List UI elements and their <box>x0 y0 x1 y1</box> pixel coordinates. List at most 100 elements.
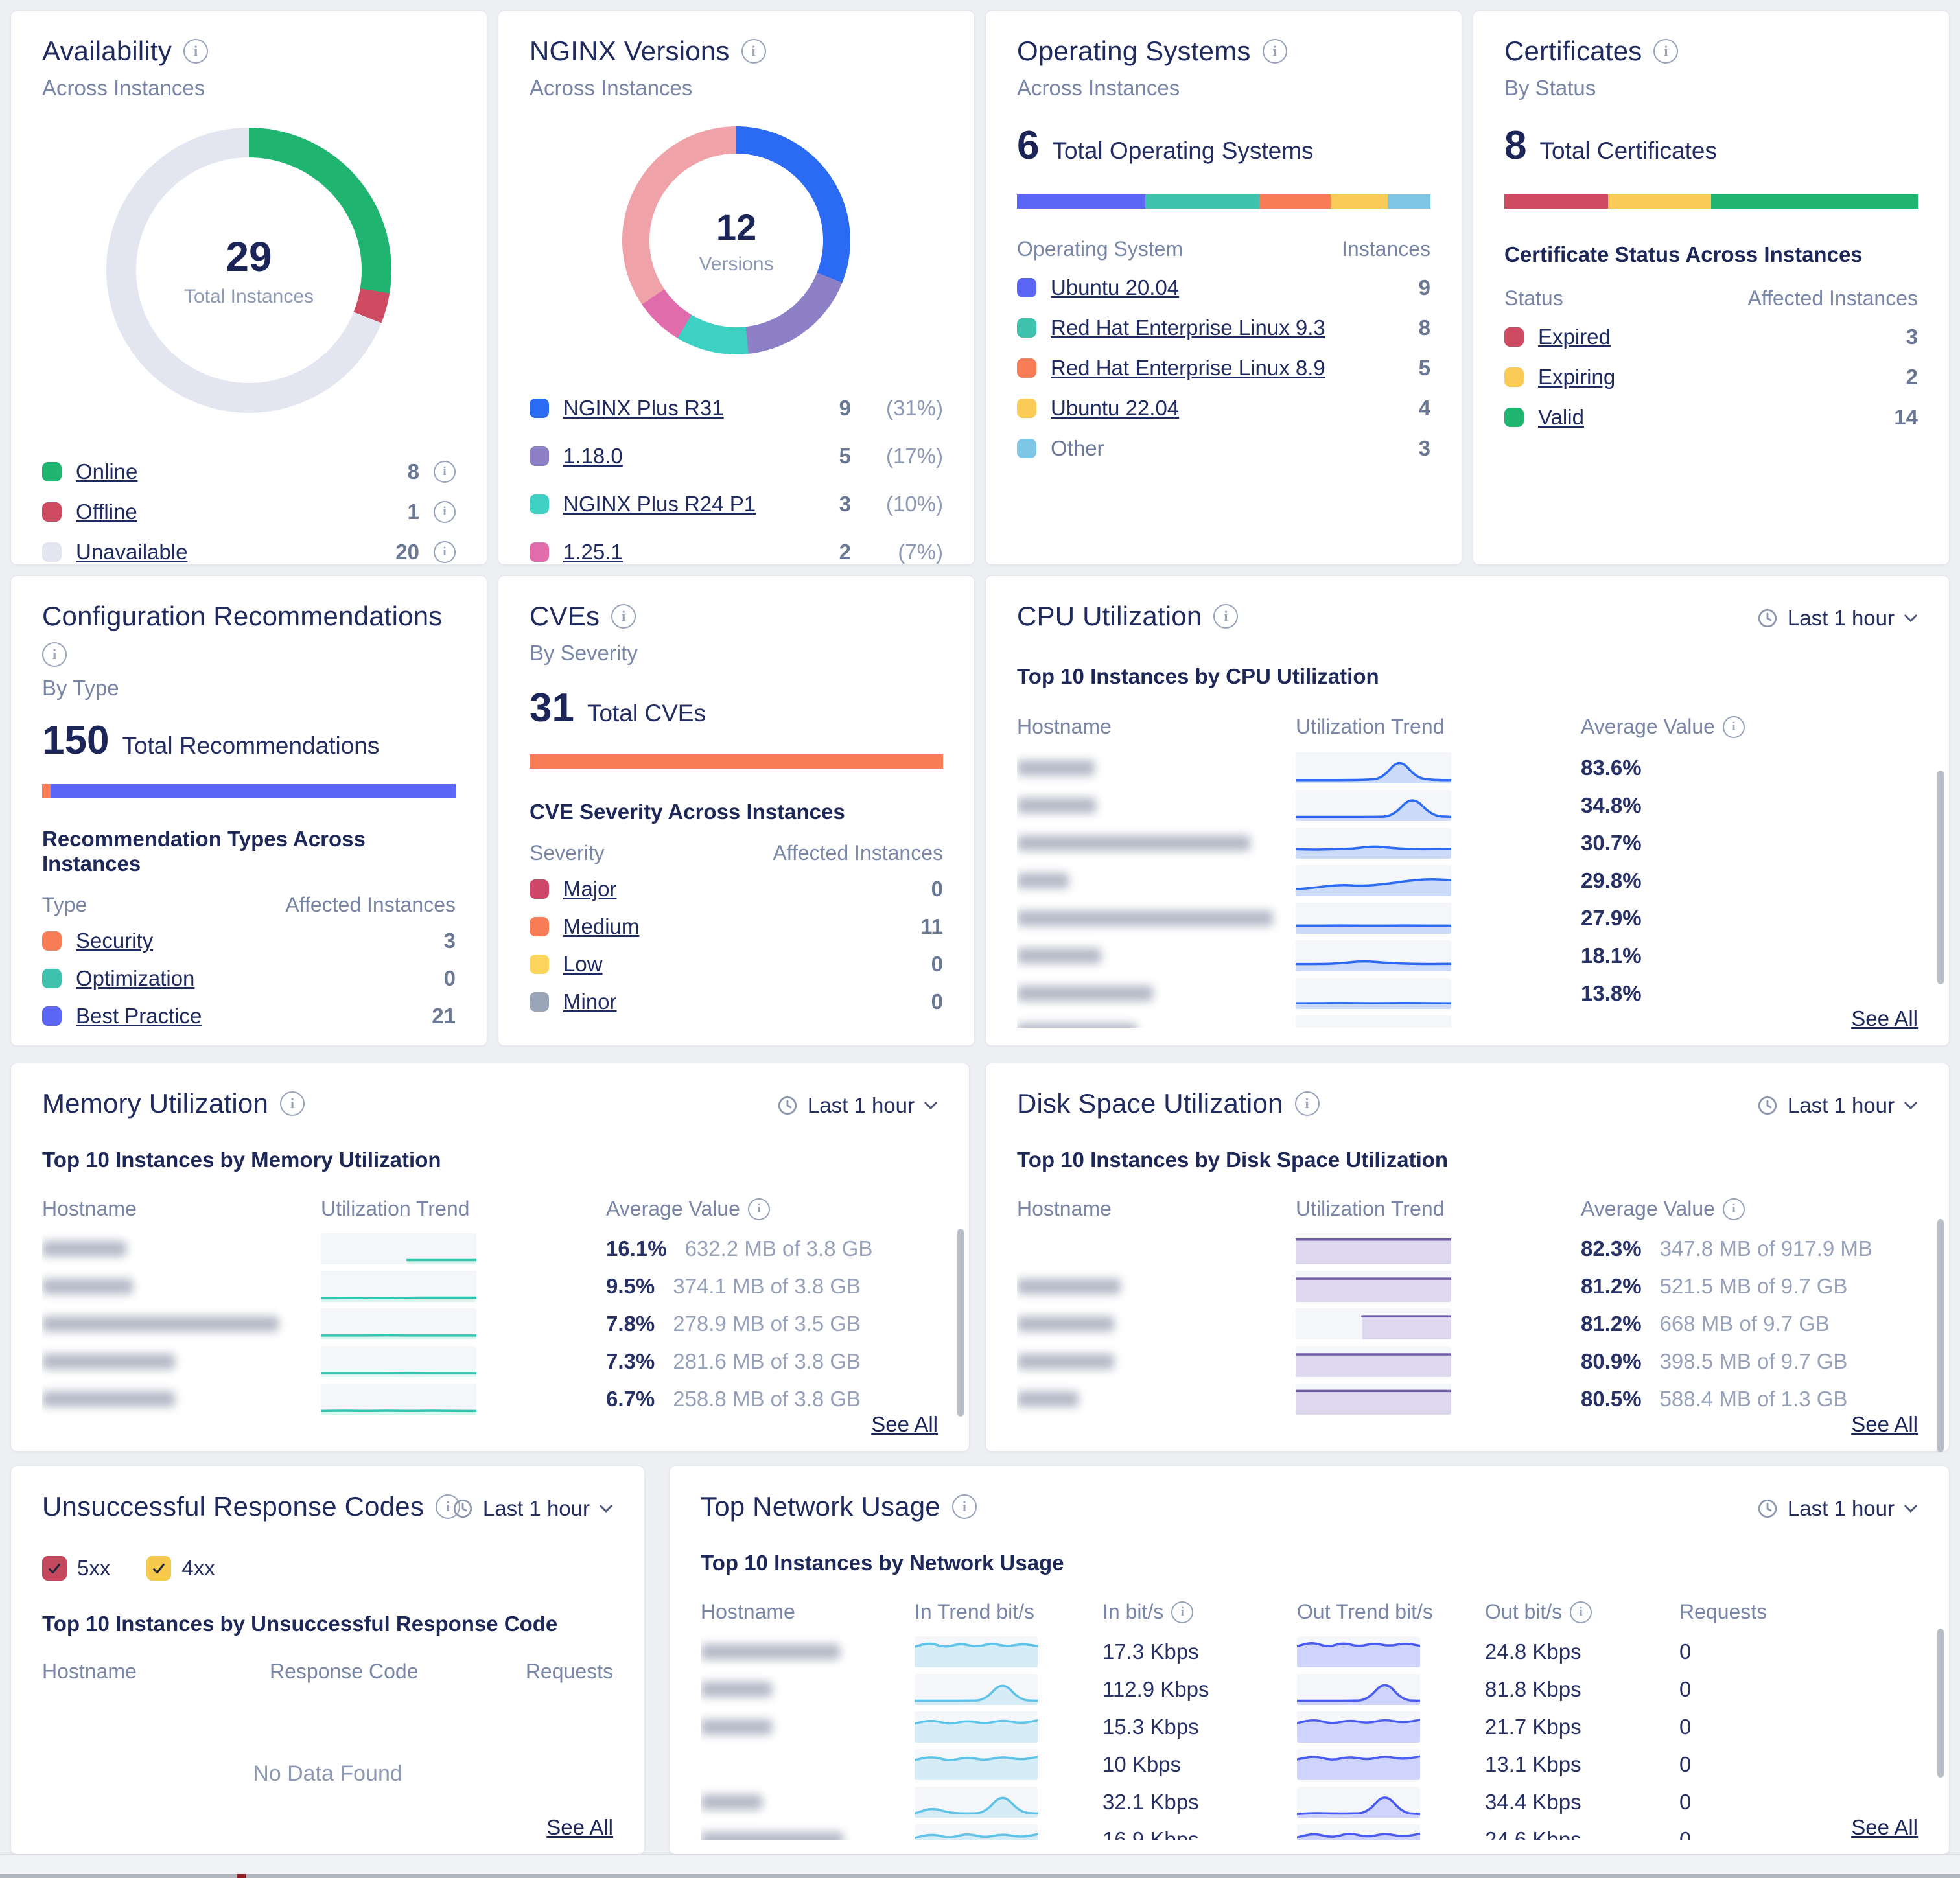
in-bits-value: 17.3 Kbps <box>1102 1640 1297 1664</box>
version-link[interactable]: NGINX Plus R24 P1 <box>563 492 756 516</box>
hostname-blurred[interactable] <box>42 1354 175 1369</box>
version-link[interactable]: 1.25.1 <box>563 540 623 564</box>
network-time-range-dropdown[interactable]: Last 1 hour <box>1756 1496 1918 1521</box>
info-icon[interactable]: i <box>952 1494 977 1519</box>
checkbox-4xx[interactable] <box>146 1556 171 1581</box>
minor-link[interactable]: Minor <box>563 990 617 1014</box>
hostname-blurred[interactable] <box>701 1719 772 1735</box>
info-icon[interactable]: i <box>1295 1091 1320 1116</box>
info-icon[interactable]: i <box>1171 1601 1193 1623</box>
expiring-link[interactable]: Expiring <box>1538 365 1615 389</box>
hostname-blurred[interactable] <box>1017 948 1101 964</box>
info-icon[interactable]: i <box>434 501 456 523</box>
cert-row-expired: Expired 3 <box>1504 317 1918 357</box>
expired-link[interactable]: Expired <box>1538 325 1611 349</box>
horizontal-scrollbar-track[interactable] <box>0 1874 1960 1878</box>
major-link[interactable]: Major <box>563 877 617 901</box>
in-trend-sparkline <box>915 1824 1038 1840</box>
version-link[interactable]: NGINX Plus R31 <box>563 396 724 421</box>
rec-swatch <box>42 1006 62 1026</box>
info-icon[interactable]: i <box>42 642 67 667</box>
vertical-scrollbar[interactable] <box>957 1229 964 1417</box>
info-icon[interactable]: i <box>611 604 636 629</box>
os-link[interactable]: Red Hat Enterprise Linux 8.9 <box>1051 356 1325 380</box>
hostname-blurred[interactable] <box>701 1682 772 1697</box>
hostname-blurred[interactable] <box>1017 873 1069 888</box>
out-bits-value: 13.1 Kbps <box>1485 1752 1679 1777</box>
info-icon[interactable]: i <box>183 39 208 64</box>
optimization-link[interactable]: Optimization <box>76 966 194 991</box>
time-range-value: Last 1 hour <box>808 1093 915 1118</box>
in-bits-value: 16.9 Kbps <box>1102 1827 1297 1840</box>
info-icon[interactable]: i <box>1570 1601 1592 1623</box>
version-link[interactable]: 1.18.0 <box>563 444 623 469</box>
low-link[interactable]: Low <box>563 952 603 977</box>
offline-link[interactable]: Offline <box>76 500 137 524</box>
cpu-trend-sparkline <box>1296 978 1451 1009</box>
hostname-blurred[interactable] <box>701 1832 843 1840</box>
info-icon[interactable]: i <box>280 1091 305 1116</box>
memory-time-range-dropdown[interactable]: Last 1 hour <box>776 1093 938 1118</box>
network-table: 17.3 Kbps 24.8 Kbps 0 112.9 Kbps 81.8 Kb… <box>701 1633 1918 1840</box>
hostname-blurred[interactable] <box>1017 835 1250 851</box>
memory-average-pct: 7.8% <box>606 1312 655 1336</box>
unavailable-link[interactable]: Unavailable <box>76 540 187 564</box>
hostname-blurred[interactable] <box>1017 910 1273 926</box>
hostname-blurred[interactable] <box>1017 1354 1114 1369</box>
see-all-link[interactable]: See All <box>546 1815 613 1840</box>
cpu-time-range-dropdown[interactable]: Last 1 hour <box>1756 606 1918 631</box>
os-link[interactable]: Ubuntu 22.04 <box>1051 396 1179 421</box>
hostname-blurred[interactable] <box>701 1644 840 1660</box>
info-icon[interactable]: i <box>1263 39 1287 64</box>
rec-row-best-practice: Best Practice 21 <box>42 997 456 1035</box>
see-all-link[interactable]: See All <box>1851 1006 1918 1031</box>
hostname-blurred[interactable] <box>1017 1023 1137 1028</box>
info-icon[interactable]: i <box>1213 604 1238 629</box>
disk-time-range-dropdown[interactable]: Last 1 hour <box>1756 1093 1918 1118</box>
hostname-blurred[interactable] <box>1017 986 1153 1001</box>
os-link[interactable]: Ubuntu 20.04 <box>1051 275 1179 300</box>
card-subtitle: By Status <box>1504 76 1918 100</box>
in-bits-value: 15.3 Kbps <box>1102 1715 1297 1739</box>
hostname-blurred[interactable] <box>1017 1316 1114 1332</box>
best-practice-link[interactable]: Best Practice <box>76 1004 202 1028</box>
hostname-blurred[interactable] <box>42 1241 126 1257</box>
see-all-link[interactable]: See All <box>1851 1412 1918 1437</box>
dashboard-page: Availability i Across Instances 29 Total… <box>0 0 1960 1878</box>
checkbox-5xx[interactable] <box>42 1556 67 1581</box>
vertical-scrollbar[interactable] <box>1937 1219 1944 1452</box>
hostname-blurred[interactable] <box>42 1316 279 1332</box>
os-link[interactable]: Red Hat Enterprise Linux 9.3 <box>1051 316 1325 340</box>
cpu-trend-sparkline <box>1296 1015 1451 1028</box>
total-os-label: Total Operating Systems <box>1052 137 1313 165</box>
vertical-scrollbar[interactable] <box>1937 771 1944 984</box>
medium-link[interactable]: Medium <box>563 914 639 939</box>
security-link[interactable]: Security <box>76 929 153 953</box>
see-all-link[interactable]: See All <box>871 1412 938 1437</box>
info-icon[interactable]: i <box>1653 39 1678 64</box>
info-icon[interactable]: i <box>1723 716 1745 738</box>
cert-swatch <box>1504 408 1524 427</box>
response-codes-time-range-dropdown[interactable]: Last 1 hour <box>452 1496 613 1521</box>
info-icon[interactable]: i <box>434 541 456 563</box>
hostname-blurred[interactable] <box>42 1391 175 1407</box>
vertical-scrollbar[interactable] <box>1937 1629 1944 1778</box>
info-icon[interactable]: i <box>434 461 456 483</box>
hostname-blurred[interactable] <box>1017 1391 1079 1407</box>
hostname-blurred[interactable] <box>1017 798 1096 813</box>
info-icon[interactable]: i <box>748 1198 770 1220</box>
online-link[interactable]: Online <box>76 459 137 484</box>
hostname-blurred[interactable] <box>1017 760 1095 776</box>
valid-link[interactable]: Valid <box>1538 405 1584 430</box>
hostname-blurred[interactable] <box>1017 1279 1121 1294</box>
info-icon[interactable]: i <box>741 39 766 64</box>
hostname-blurred[interactable] <box>701 1794 762 1810</box>
col-operating-system: Operating System <box>1017 237 1183 261</box>
see-all-link[interactable]: See All <box>1851 1815 1918 1840</box>
disk-average-detail: 668 MB of 9.7 GB <box>1660 1312 1830 1336</box>
cve-count: 0 <box>915 952 943 977</box>
hostname-blurred[interactable] <box>42 1279 133 1294</box>
disk-average-detail: 588.4 MB of 1.3 GB <box>1660 1387 1848 1411</box>
info-icon[interactable]: i <box>1723 1198 1745 1220</box>
out-trend-sparkline <box>1297 1674 1420 1705</box>
